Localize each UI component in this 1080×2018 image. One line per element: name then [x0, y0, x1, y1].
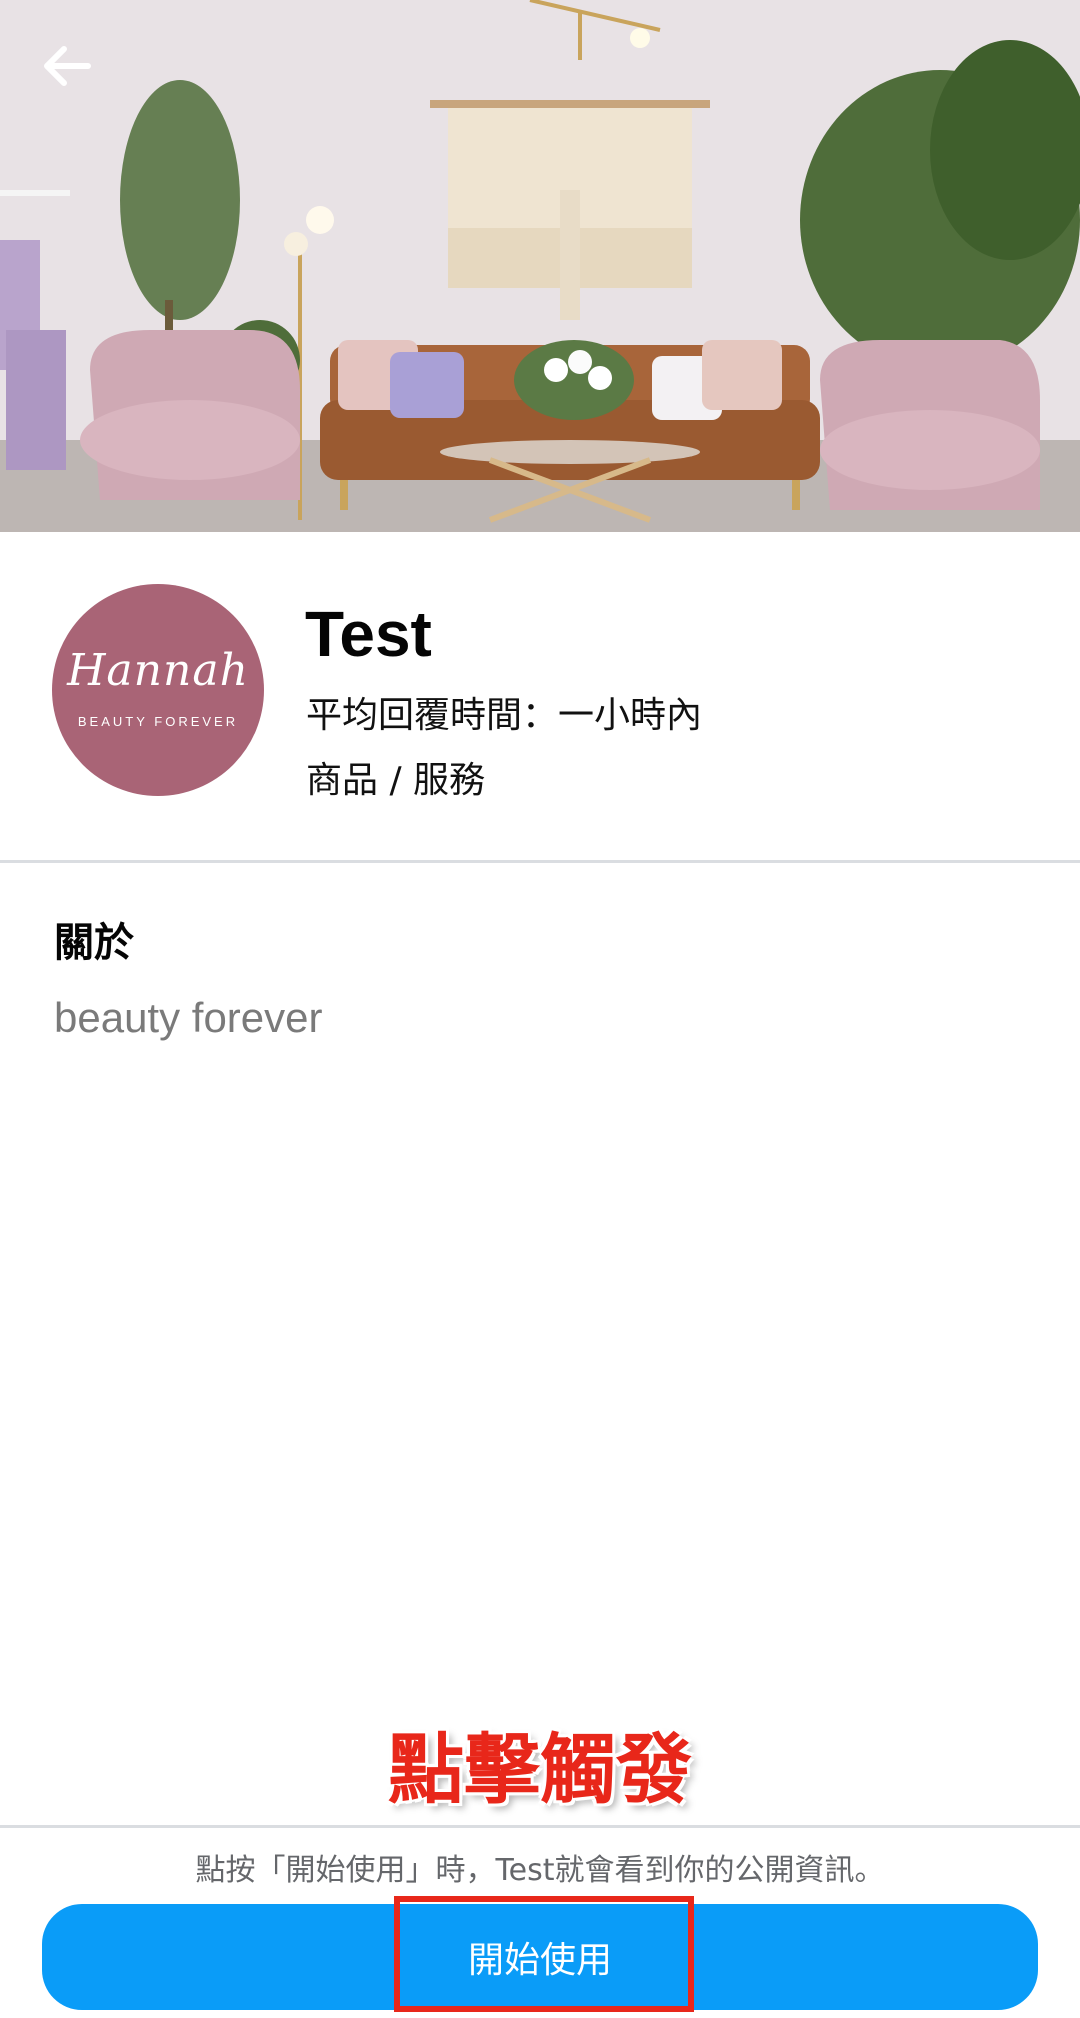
avatar-logo-script: Hannah — [67, 645, 249, 696]
back-button[interactable] — [36, 36, 112, 112]
category-text: 商品 / 服務 — [306, 760, 486, 801]
avatar-logo-tagline: BEAUTY FOREVER — [77, 714, 239, 729]
get-started-button[interactable]: 開始使用 — [42, 1904, 1038, 2010]
about-text: beauty forever — [54, 994, 323, 1041]
cover-illustration — [0, 0, 1080, 532]
cover-photo — [0, 0, 1080, 532]
click-trigger-annotation: 點擊觸發 — [388, 1725, 692, 1814]
page-title: Test — [305, 598, 432, 670]
section-divider — [0, 860, 1080, 863]
get-started-label: 開始使用 — [467, 1940, 612, 1981]
avatar: Hannah BEAUTY FOREVER — [52, 584, 264, 796]
privacy-disclaimer: 點按「開始使用」時，Test就會看到你的公開資訊。 — [195, 1853, 885, 1888]
footer-divider — [0, 1825, 1080, 1828]
reply-time-text: 平均回覆時間：一小時內 — [306, 695, 703, 736]
about-heading: 關於 — [54, 920, 134, 966]
